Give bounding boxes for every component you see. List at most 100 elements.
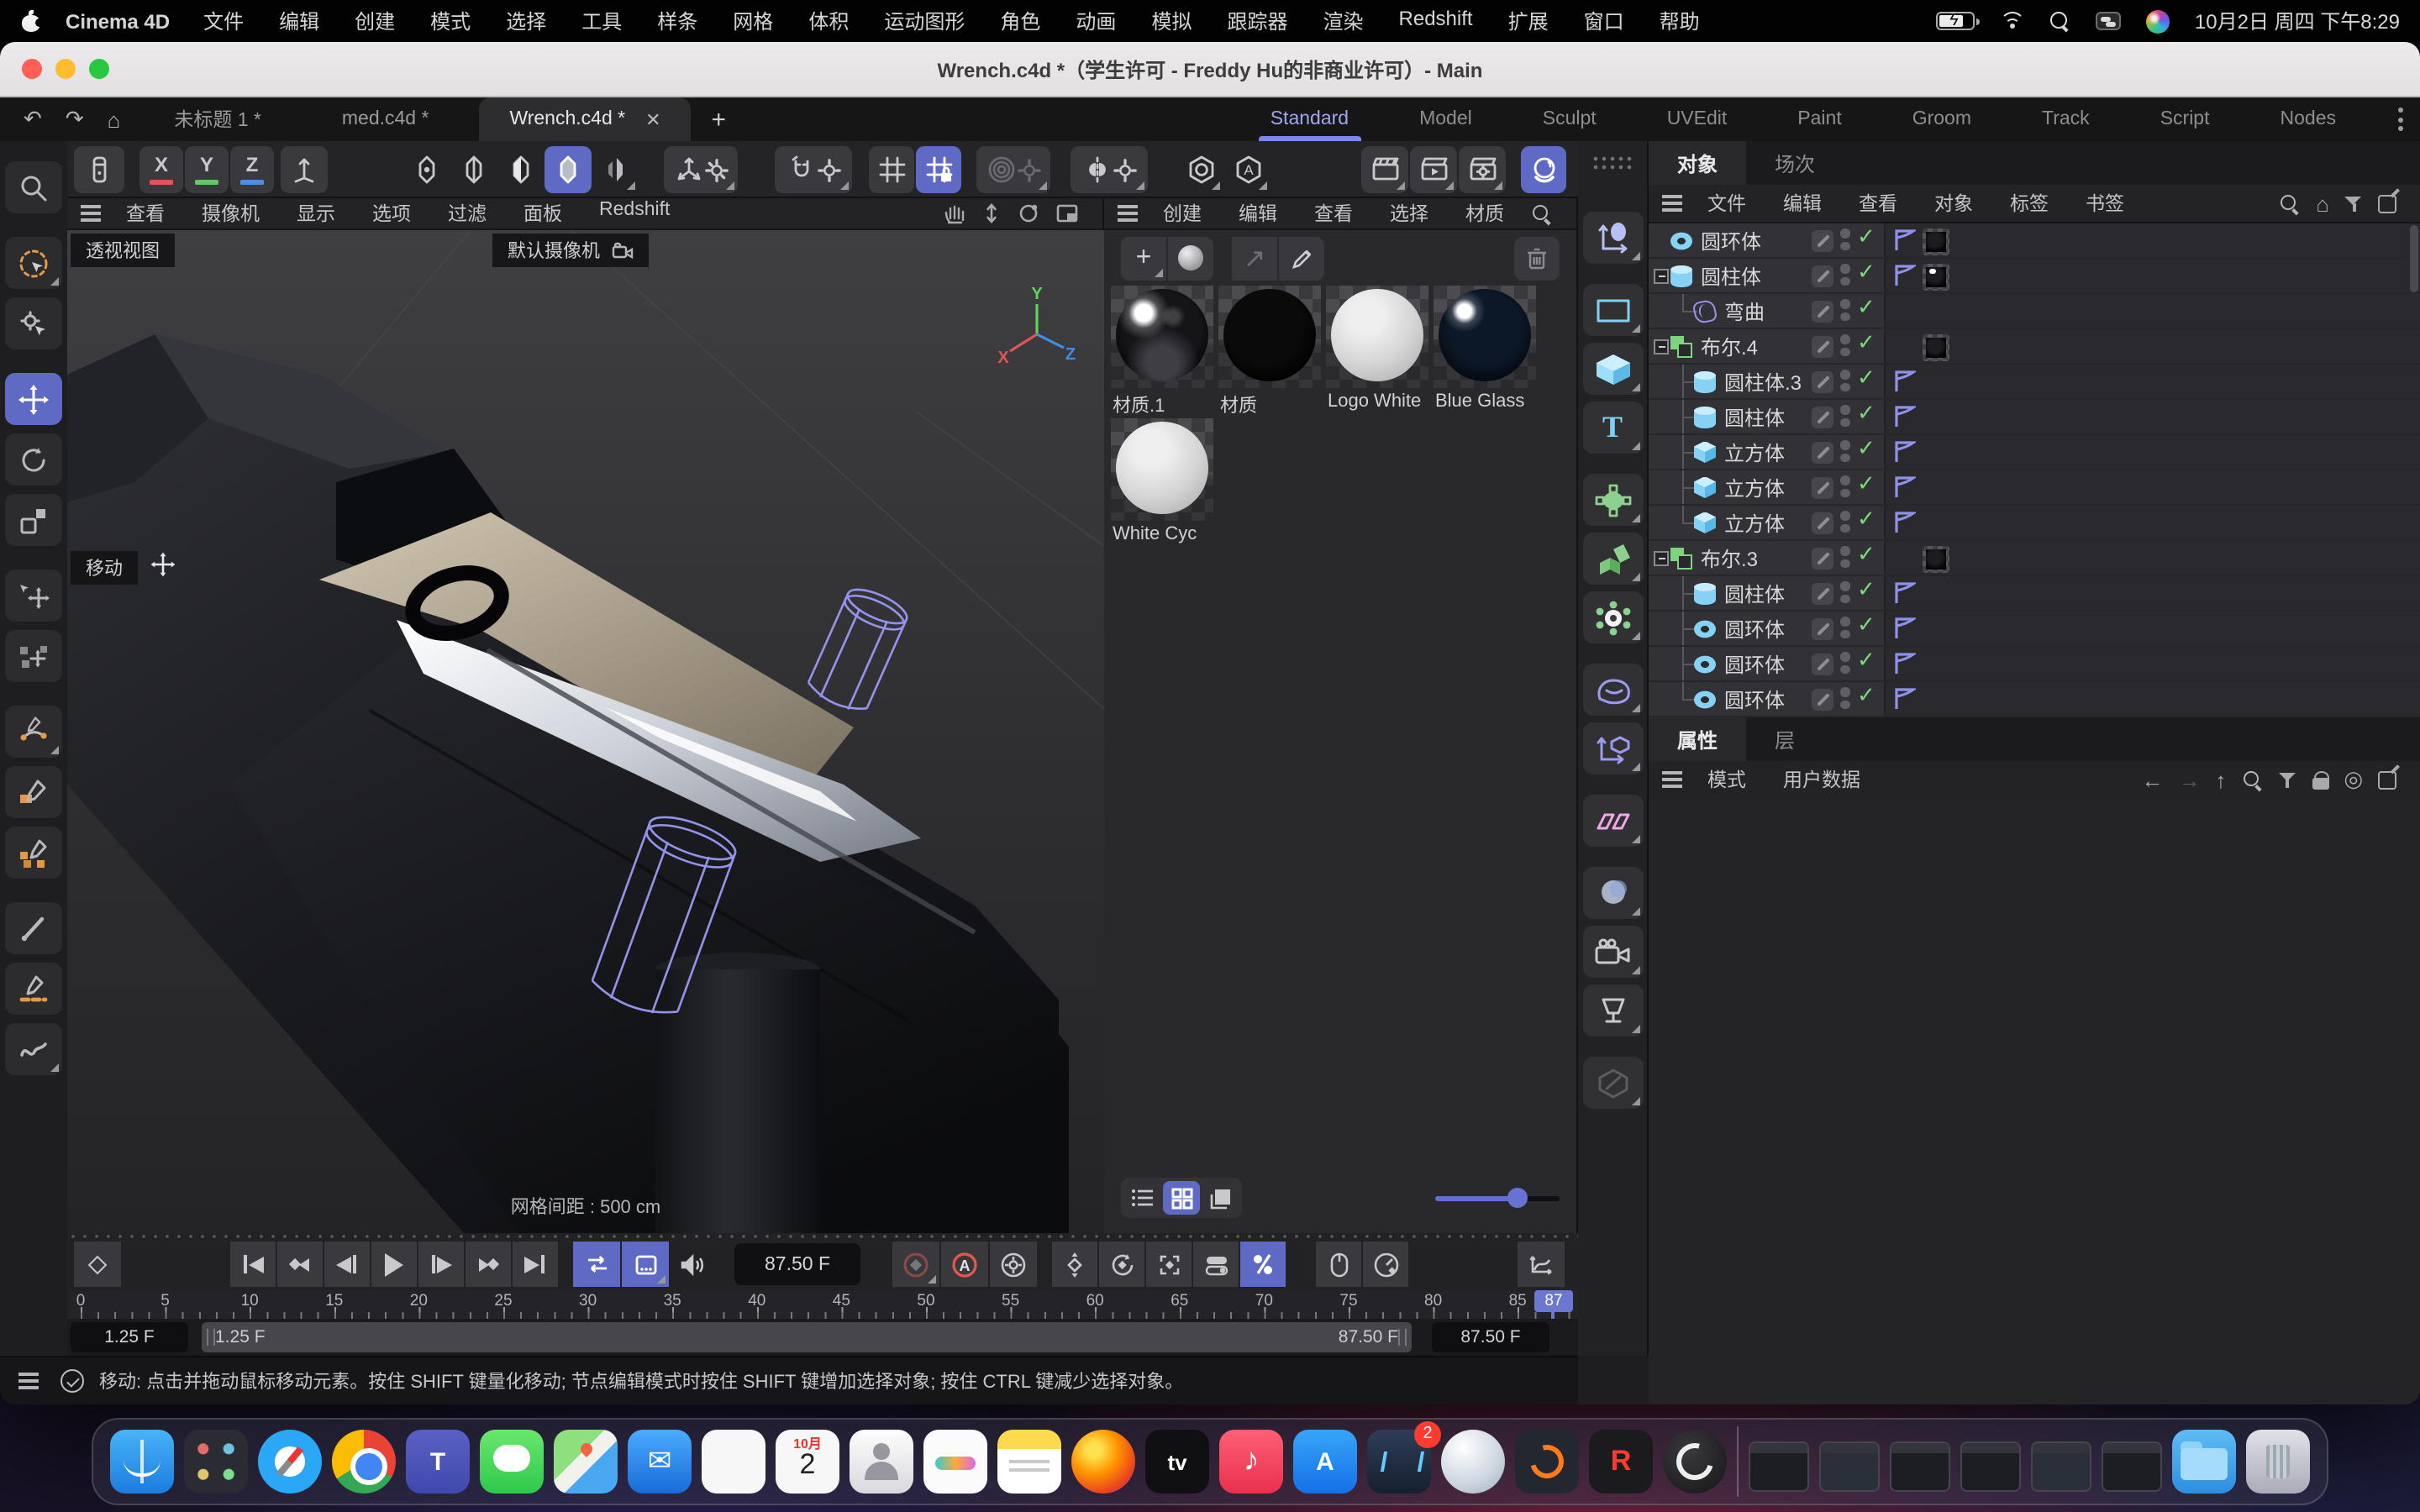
prev-key-button[interactable] — [277, 1242, 323, 1287]
menubar-item[interactable]: 文件 — [203, 7, 244, 35]
dock-app-icon[interactable] — [1663, 1430, 1727, 1494]
timeline-grip[interactable] — [67, 1233, 1578, 1240]
pan-hand-icon[interactable] — [943, 202, 966, 225]
object-filter-icon[interactable] — [2344, 194, 2363, 213]
material-search-icon[interactable] — [1531, 202, 1553, 224]
key-rotation-button[interactable] — [1099, 1242, 1144, 1287]
enabled-checkmark[interactable]: ✓ — [1857, 647, 1876, 674]
visibility-dots[interactable] — [1840, 687, 1849, 709]
dock-app-icon[interactable]: 2 — [1367, 1430, 1431, 1494]
object-menu-item[interactable]: 编辑 — [1765, 190, 1840, 217]
layout-tab[interactable]: Script — [2125, 97, 2245, 141]
object-menu-item[interactable]: 文件 — [1689, 190, 1765, 217]
enabled-checkmark[interactable]: ✓ — [1857, 612, 1876, 638]
editor-visibility-toggle[interactable] — [1812, 265, 1833, 287]
object-menu-item[interactable]: 书签 — [2067, 190, 2143, 217]
axis-lock-y-button[interactable]: Y — [185, 146, 229, 193]
dock-app-icon[interactable] — [1960, 1441, 2021, 1491]
lock-icon[interactable] — [2312, 770, 2328, 789]
viewport-menu-item[interactable]: 选项 — [354, 200, 429, 227]
wifi-icon[interactable] — [2000, 12, 2025, 30]
object-row[interactable]: 布尔.3 ✓ — [1649, 541, 2420, 576]
next-key-button[interactable] — [466, 1242, 511, 1287]
loop-playback-button-selected[interactable] — [573, 1242, 620, 1287]
add-sky-environment-button[interactable] — [1582, 867, 1643, 919]
dock-app-icon[interactable] — [554, 1430, 618, 1494]
dock-app-icon[interactable] — [1749, 1441, 1809, 1491]
viewport-menu-icon[interactable] — [77, 200, 104, 227]
object-menu-item[interactable]: 查看 — [1840, 190, 1916, 217]
workplane-grid-button[interactable] — [869, 146, 914, 193]
layout-tab[interactable]: Model — [1384, 97, 1507, 141]
live-selection-tool[interactable] — [5, 237, 62, 289]
object-panel-export-icon[interactable] — [2378, 194, 2396, 213]
material-menu-icon[interactable] — [1114, 200, 1141, 227]
dial-record-button[interactable] — [1363, 1242, 1408, 1287]
dock-app-icon[interactable] — [1515, 1430, 1579, 1494]
thumbnail-size-slider[interactable] — [1435, 1188, 1560, 1208]
mode-extra-button[interactable] — [592, 146, 639, 193]
visibility-dots[interactable] — [1840, 617, 1849, 638]
selection-move-tool[interactable] — [5, 570, 62, 622]
redshift-renderview-button-selected[interactable] — [1521, 146, 1566, 193]
liner-brush-tool[interactable] — [5, 902, 62, 954]
rotate-tool[interactable] — [5, 433, 62, 486]
phong-tag-icon[interactable] — [1892, 440, 1916, 464]
rail-grip[interactable] — [1591, 155, 1634, 171]
prev-frame-button[interactable] — [324, 1242, 370, 1287]
dock-app-icon[interactable] — [2102, 1441, 2162, 1491]
enabled-checkmark[interactable]: ✓ — [1857, 576, 1876, 603]
layout-tab[interactable]: Paint — [1762, 97, 1876, 141]
menubar-item[interactable]: 动画 — [1076, 7, 1116, 35]
mode-points-button[interactable] — [403, 146, 450, 193]
add-primitive-cube-button[interactable] — [1582, 343, 1643, 395]
control-center-icon[interactable] — [2096, 12, 2121, 30]
object-tree-scrollbar[interactable] — [2410, 225, 2418, 292]
dock-app-icon[interactable] — [1819, 1441, 1880, 1491]
dock-app-icon[interactable]: R — [1589, 1430, 1653, 1494]
move-tool-selected[interactable] — [5, 373, 62, 425]
menubar-item[interactable]: 创建 — [355, 7, 395, 35]
status-menu-icon[interactable] — [15, 1368, 42, 1394]
dock-app-icon[interactable] — [1441, 1430, 1505, 1494]
editor-visibility-toggle[interactable] — [1812, 689, 1833, 711]
close-tab-icon[interactable]: ✕ — [645, 108, 660, 130]
visibility-dots[interactable] — [1840, 511, 1849, 533]
dock-app-icon[interactable] — [850, 1430, 913, 1494]
enabled-checkmark[interactable]: ✓ — [1857, 470, 1876, 497]
viewport-menu-item[interactable]: 面板 — [505, 200, 581, 227]
annotate-tool-button[interactable]: A — [1225, 146, 1270, 193]
visibility-dots[interactable] — [1840, 440, 1849, 462]
tweak-tool[interactable] — [5, 297, 62, 349]
menubar-item[interactable]: 窗口 — [1584, 7, 1624, 35]
attribute-filter-icon[interactable] — [2278, 770, 2296, 789]
orbit-icon[interactable] — [1017, 202, 1040, 225]
pen-volume-tool[interactable] — [5, 827, 62, 879]
object-row[interactable]: 立方体 ✓ — [1649, 470, 2420, 506]
visibility-dots[interactable] — [1840, 228, 1849, 250]
object-search-icon[interactable] — [2279, 192, 2301, 214]
layout-tab[interactable]: UVEdit — [1632, 97, 1763, 141]
add-generator-button[interactable] — [1582, 474, 1643, 526]
enabled-checkmark[interactable]: ✓ — [1857, 365, 1876, 391]
phong-tag-icon[interactable] — [1892, 405, 1916, 428]
material-tag-icon[interactable] — [1923, 228, 1949, 255]
object-row[interactable]: 圆柱体 ✓ — [1649, 400, 2420, 435]
key-parameter-button-selected[interactable] — [1240, 1242, 1286, 1287]
render-active-view-button[interactable] — [1410, 146, 1457, 193]
menubar-item[interactable]: 跟踪器 — [1227, 7, 1287, 35]
visibility-dots[interactable] — [1840, 334, 1849, 356]
editor-visibility-toggle[interactable] — [1812, 301, 1833, 323]
expand-toggle[interactable] — [1654, 551, 1669, 566]
key-psr-toggle-button[interactable] — [1193, 1242, 1239, 1287]
enabled-checkmark[interactable]: ✓ — [1857, 223, 1876, 250]
pen-dash-tool[interactable] — [5, 963, 62, 1015]
key-position-button[interactable] — [1052, 1242, 1097, 1287]
sound-toggle-button[interactable] — [671, 1242, 714, 1287]
render-settings-device-button[interactable] — [74, 146, 124, 193]
object-row[interactable]: 圆柱体 ✓ — [1649, 259, 2420, 294]
keying-settings-button[interactable] — [990, 1242, 1037, 1287]
menubar-item[interactable]: 渲染 — [1323, 7, 1364, 35]
battery-icon[interactable]: ϟ — [1936, 12, 1975, 30]
object-menu-item[interactable]: 对象 — [1916, 190, 1991, 217]
